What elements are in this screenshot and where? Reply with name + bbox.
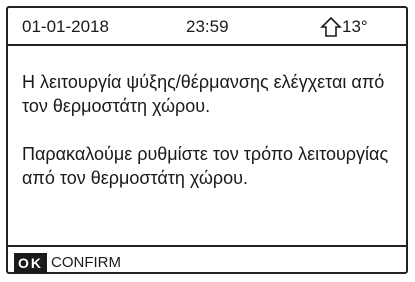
message-paragraph-1: Η λειτουργία ψύξης/θέρμανσης ελέγχεται α… [22, 72, 385, 116]
footer-bar: OK CONFIRM [8, 245, 406, 273]
house-icon [320, 16, 342, 37]
confirm-label: CONFIRM [51, 254, 121, 271]
status-bar: 01-01-2018 23:59 13° [8, 8, 406, 46]
controller-screen: 01-01-2018 23:59 13° Η λειτουργία ψύξης/… [6, 6, 408, 274]
ok-button[interactable]: OK [14, 253, 47, 273]
date-display: 01-01-2018 [22, 17, 109, 36]
info-message: Η λειτουργία ψύξης/θέρμανσης ελέγχεται α… [22, 70, 402, 214]
time-display: 23:59 [186, 17, 229, 36]
message-paragraph-2: Παρακαλούμε ρυθμίστε τον τρόπο λειτουργί… [22, 144, 389, 188]
temperature-value: 13° [342, 17, 368, 36]
